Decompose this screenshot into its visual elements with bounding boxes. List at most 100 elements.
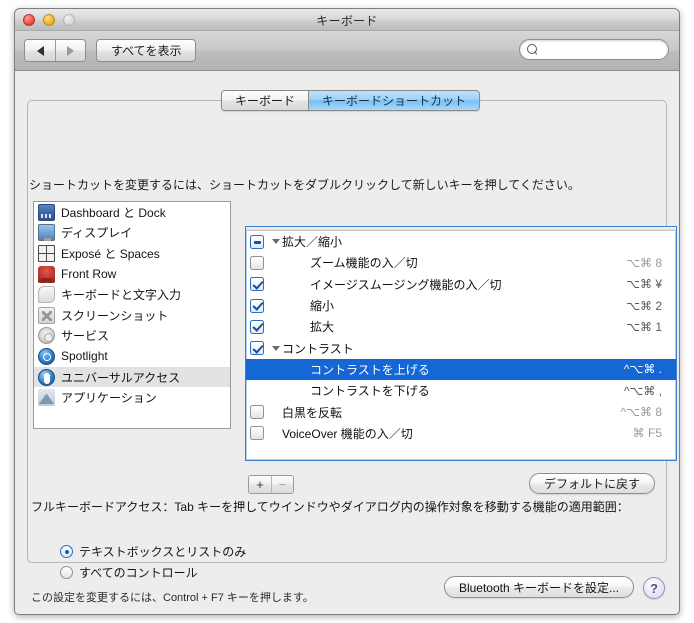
shortcut-key: ⌥⌘ 8: [626, 255, 662, 270]
dashboard-dock-icon: [38, 203, 55, 221]
display-icon: [38, 224, 55, 242]
table-row[interactable]: VoiceOver 機能の入／切 ⌘ F5: [246, 423, 676, 444]
radio-text-boxes-and-lists[interactable]: テキストボックスとリストのみ: [60, 543, 246, 560]
radio-label: テキストボックスとリストのみ: [79, 545, 247, 559]
applications-icon: [38, 389, 55, 407]
system-preferences-window: キーボード すべてを表示 キーボード キーボードショートカット ショートカットを…: [14, 8, 680, 615]
row-checkbox[interactable]: [250, 319, 264, 334]
search-field[interactable]: [519, 39, 679, 60]
services-icon: [38, 327, 55, 345]
sidebar-item-applications[interactable]: アプリケーション: [34, 387, 230, 408]
shortcut-name: 白黒を反転: [282, 405, 343, 420]
row-checkbox[interactable]: [250, 405, 264, 420]
restore-defaults-label: デフォルトに戻す: [543, 477, 640, 491]
shortcut-key: ^⌥⌘ .: [623, 362, 662, 377]
forward-button[interactable]: [55, 40, 85, 61]
table-row[interactable]: 拡大 ⌥⌘ 1: [246, 316, 676, 337]
navigation-buttons: [24, 39, 86, 62]
sidebar-item-dashboard-dock[interactable]: Dashboard と Dock: [34, 202, 230, 223]
shortcut-name: ズーム機能の入／切: [310, 256, 418, 271]
help-button[interactable]: ?: [643, 577, 665, 599]
sidebar-item-services[interactable]: サービス: [34, 326, 230, 347]
table-row[interactable]: 白黒を反転 ^⌥⌘ 8: [246, 401, 676, 422]
full-keyboard-access-note: この設定を変更するには、Control + F7 キーを押します。: [31, 592, 314, 604]
row-checkbox[interactable]: [250, 234, 264, 249]
sidebar-item-label: Front Row: [61, 267, 117, 282]
disclosure-triangle-icon[interactable]: [270, 239, 282, 244]
sidebar-item-keyboard-text-input[interactable]: キーボードと文字入力: [34, 284, 230, 305]
sidebar-item-label: スクリーンショット: [61, 308, 169, 323]
spotlight-icon: [38, 347, 55, 365]
table-row[interactable]: コントラスト: [246, 337, 676, 358]
sidebar-item-spotlight[interactable]: Spotlight: [34, 346, 230, 367]
instruction-text: ショートカットを変更するには、ショートカットをダブルクリックして新しいキーを押し…: [29, 178, 580, 192]
front-row-icon: [38, 265, 55, 283]
shortcut-name: 拡大: [310, 320, 335, 335]
row-checkbox[interactable]: [250, 298, 264, 313]
sidebar-item-label: サービス: [61, 329, 110, 344]
sidebar-item-universal-access[interactable]: ユニバーサルアクセス: [34, 366, 230, 388]
show-all-button[interactable]: すべてを表示: [96, 39, 197, 62]
table-row[interactable]: イメージスムージング機能の入／切 ⌥⌘ ¥: [246, 274, 676, 295]
plus-icon: +: [256, 477, 264, 492]
back-button[interactable]: [25, 40, 55, 61]
shortcut-name: イメージスムージング機能の入／切: [310, 277, 502, 292]
minus-icon: −: [278, 477, 287, 492]
restore-defaults-button[interactable]: デフォルトに戻す: [528, 473, 655, 494]
setup-bluetooth-keyboard-button[interactable]: Bluetooth キーボードを設定...: [443, 576, 634, 598]
row-checkbox[interactable]: [250, 341, 264, 356]
shortcuts-table[interactable]: 拡大／縮小 ズーム機能の入／切 ⌥⌘ 8 イメージスムージング機能の入／切 ⌥⌘…: [245, 226, 677, 461]
tab-keyboard-shortcuts[interactable]: キーボードショートカット: [308, 91, 480, 110]
shortcut-key: ⌥⌘ 1: [626, 319, 662, 334]
chevron-right-icon: [67, 45, 74, 56]
table-row[interactable]: ズーム機能の入／切 ⌥⌘ 8: [246, 252, 676, 273]
radio-all-controls[interactable]: すべてのコントロール: [60, 564, 198, 581]
tab-keyboard[interactable]: キーボード: [222, 91, 309, 110]
search-input[interactable]: [527, 43, 679, 56]
shortcut-name: VoiceOver 機能の入／切: [282, 426, 413, 441]
keyboard-text-input-icon: [38, 286, 55, 304]
sidebar-item-label: Dashboard と Dock: [61, 205, 166, 220]
category-sidebar[interactable]: Dashboard と Dock ディスプレイ Exposé と Spaces …: [33, 201, 231, 429]
tab-bar: キーボード キーボードショートカット: [221, 90, 481, 111]
sidebar-item-label: ディスプレイ: [61, 226, 133, 241]
help-icon: ?: [650, 580, 658, 596]
shortcut-key: ⌥⌘ ¥: [626, 277, 662, 292]
shortcut-key: ⌥⌘ 2: [626, 298, 662, 313]
add-shortcut-button[interactable]: +: [249, 476, 271, 493]
sidebar-item-display[interactable]: ディスプレイ: [34, 223, 230, 244]
sidebar-item-label: アプリケーション: [61, 391, 157, 406]
full-keyboard-access-description: フルキーボードアクセス：Tab キーを押してウインドウやダイアログ内の操作対象を…: [31, 500, 629, 514]
sidebar-item-front-row[interactable]: Front Row: [34, 264, 230, 285]
row-checkbox[interactable]: [250, 426, 264, 441]
universal-access-icon: [38, 368, 55, 386]
shortcut-key: ^⌥⌘ 8: [620, 405, 662, 420]
setup-bluetooth-keyboard-label: Bluetooth キーボードを設定...: [458, 580, 619, 595]
radio-label: すべてのコントロール: [79, 566, 198, 580]
show-all-label: すべてを表示: [111, 44, 182, 58]
shortcut-name: コントラストを上げる: [310, 362, 430, 377]
list-add-remove-controls: + −: [248, 475, 294, 494]
radio-button[interactable]: [60, 566, 73, 579]
shortcut-name: 縮小: [310, 299, 335, 314]
preference-pane: キーボード キーボードショートカット ショートカットを変更するには、ショートカッ…: [15, 71, 679, 614]
table-row[interactable]: コントラストを下げる ^⌥⌘ ,: [246, 380, 676, 401]
sidebar-item-expose-spaces[interactable]: Exposé と Spaces: [34, 243, 230, 264]
shortcut-name: 拡大／縮小: [282, 235, 343, 250]
sidebar-item-screenshot[interactable]: スクリーンショット: [34, 305, 230, 326]
table-row[interactable]: 拡大／縮小: [246, 231, 676, 252]
row-checkbox[interactable]: [250, 277, 264, 292]
shortcut-key: ^⌥⌘ ,: [623, 383, 662, 398]
tab-keyboard-shortcuts-label: キーボードショートカット: [322, 94, 467, 108]
toolbar: すべてを表示: [15, 31, 679, 71]
disclosure-triangle-icon[interactable]: [270, 346, 282, 351]
window-title: キーボード: [316, 14, 378, 28]
shortcut-name: コントラストを下げる: [310, 384, 430, 399]
table-row[interactable]: コントラストを上げる ^⌥⌘ .: [246, 358, 676, 381]
radio-button[interactable]: [60, 545, 73, 558]
remove-shortcut-button[interactable]: −: [271, 476, 293, 493]
window-titlebar: キーボード: [15, 9, 679, 31]
table-row[interactable]: 縮小 ⌥⌘ 2: [246, 295, 676, 316]
row-checkbox[interactable]: [250, 255, 264, 270]
shortcut-key: ⌘ F5: [632, 426, 662, 441]
